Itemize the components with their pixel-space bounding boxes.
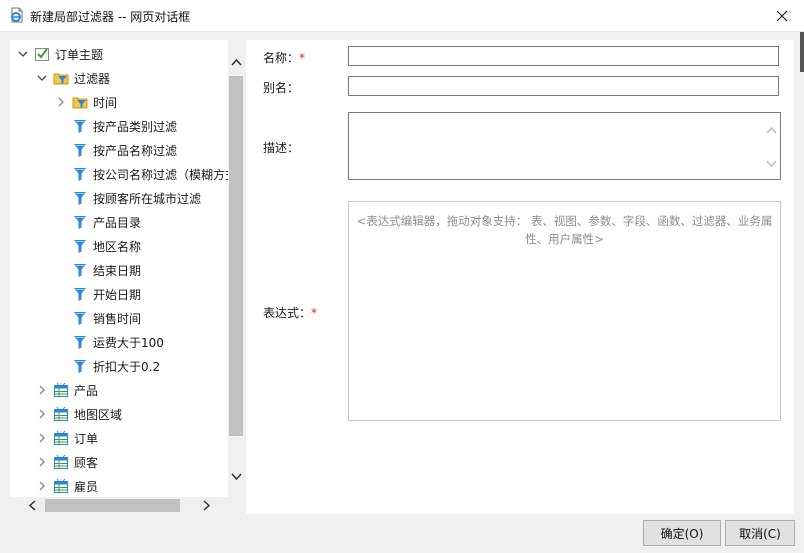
expression-editor[interactable]: <表达式编辑器，拖动对象支持： 表、视图、参数、字段、函数、过滤器、业务属性、用… <box>348 201 781 421</box>
filter-icon <box>72 334 88 350</box>
subject-checked-icon <box>34 46 50 62</box>
scroll-down-arrow-icon[interactable] <box>766 160 777 167</box>
description-textarea[interactable] <box>348 112 781 180</box>
tree-node-filter-product-name[interactable]: 按产品名称过滤 <box>72 139 177 161</box>
tree-node-label: 销售时间 <box>93 311 142 326</box>
tree-node-filter-discount[interactable]: 折扣大于0.2 <box>72 355 160 377</box>
tree-node-filter-region[interactable]: 地区名称 <box>72 235 141 257</box>
description-label: 描述： <box>263 141 300 155</box>
tree-horizontal-scrollbar[interactable] <box>10 497 228 514</box>
tree-node-label: 按产品名称过滤 <box>93 143 178 158</box>
tree-node-label: 地图区域 <box>74 407 123 422</box>
collapsed-chevron-icon[interactable] <box>34 382 50 398</box>
tree-node-order-subject[interactable]: 订单主题 <box>15 43 103 65</box>
tree-node-label: 订单主题 <box>55 47 104 62</box>
tree-node-orders[interactable]: 订单 <box>34 427 98 449</box>
tree-node-filter-company[interactable]: 按公司名称过滤（模糊方式 <box>72 163 237 185</box>
scroll-left-arrow-icon[interactable] <box>24 497 40 514</box>
tree-node-label: 产品 <box>74 383 99 398</box>
expression-placeholder: <表达式编辑器，拖动对象支持： 表、视图、参数、字段、函数、过滤器、业务属性、用… <box>356 214 773 246</box>
tree-node-customers[interactable]: 顾客 <box>34 451 98 473</box>
collapsed-chevron-icon[interactable] <box>34 430 50 446</box>
tree-node-label: 产品目录 <box>93 215 142 230</box>
required-mark: * <box>311 306 318 320</box>
filter-icon <box>72 286 88 302</box>
scroll-thumb[interactable] <box>45 499 180 512</box>
cancel-button[interactable]: 取消(C) <box>725 520 795 546</box>
tree-node-filter-city[interactable]: 按顾客所在城市过滤 <box>72 187 201 209</box>
textarea-scrollbar[interactable] <box>763 113 780 179</box>
scroll-thumb[interactable] <box>229 76 243 436</box>
tree-vertical-scrollbar[interactable] <box>228 40 244 497</box>
tree-node-label: 按公司名称过滤（模糊方式 <box>93 167 238 182</box>
tree-node-filter-sales-time[interactable]: 销售时间 <box>72 307 141 329</box>
title-bar: 新建局部过滤器 -- 网页对话框 <box>0 0 804 32</box>
filter-icon <box>72 310 88 326</box>
collapsed-chevron-icon[interactable] <box>53 94 69 110</box>
scroll-up-arrow-icon[interactable] <box>228 54 244 70</box>
tree-node-filter-freight[interactable]: 运费大于100 <box>72 331 164 353</box>
ie-document-icon <box>9 7 25 23</box>
expanded-chevron-icon[interactable] <box>15 46 31 62</box>
expanded-chevron-icon[interactable] <box>34 70 50 86</box>
window-edge <box>800 32 804 72</box>
tree-node-filter-catalog[interactable]: 产品目录 <box>72 211 141 233</box>
filter-folder-icon <box>53 70 69 86</box>
close-button[interactable] <box>760 0 804 31</box>
table-icon <box>53 382 69 398</box>
expression-label: 表达式：* <box>263 306 318 320</box>
tree-node-filter-end-date[interactable]: 结束日期 <box>72 259 141 281</box>
tree-node-label: 结束日期 <box>93 263 142 278</box>
filter-icon <box>72 142 88 158</box>
table-icon <box>53 478 69 494</box>
required-mark: * <box>299 51 306 65</box>
close-icon <box>776 10 788 21</box>
tree-node-label: 订单 <box>74 431 99 446</box>
tree-node-filters[interactable]: 过滤器 <box>34 67 110 89</box>
tree-node-products[interactable]: 产品 <box>34 379 98 401</box>
object-tree[interactable]: 订单主题 过滤器 时间 按产品类别过滤 按产品名称过滤 按公司名称过滤（模糊方式… <box>10 40 244 514</box>
filter-icon <box>72 262 88 278</box>
tree-node-filter-category[interactable]: 按产品类别过滤 <box>72 115 177 137</box>
tree-node-label: 按产品类别过滤 <box>93 119 178 134</box>
tree-node-label: 开始日期 <box>93 287 142 302</box>
collapsed-chevron-icon[interactable] <box>34 454 50 470</box>
filter-icon <box>72 190 88 206</box>
tree-node-time[interactable]: 时间 <box>53 91 117 113</box>
window-title: 新建局部过滤器 -- 网页对话框 <box>30 10 191 24</box>
tree-node-filter-start-date[interactable]: 开始日期 <box>72 283 141 305</box>
tree-node-label: 按顾客所在城市过滤 <box>93 191 202 206</box>
scroll-corner <box>228 497 244 514</box>
tree-node-label: 雇员 <box>74 479 99 494</box>
tree-node-employees[interactable]: 雇员 <box>34 475 98 497</box>
name-label: 名称：* <box>263 51 306 65</box>
collapsed-chevron-icon[interactable] <box>34 478 50 494</box>
tree-node-label: 时间 <box>93 95 118 110</box>
tree-node-label: 折扣大于0.2 <box>93 359 161 374</box>
collapsed-chevron-icon[interactable] <box>34 406 50 422</box>
table-icon <box>53 430 69 446</box>
tree-node-label: 过滤器 <box>74 71 111 86</box>
filter-icon <box>72 166 88 182</box>
filter-icon <box>72 238 88 254</box>
scroll-right-arrow-icon[interactable] <box>198 497 214 514</box>
alias-input[interactable] <box>348 76 779 96</box>
filter-icon <box>72 118 88 134</box>
scroll-down-arrow-icon[interactable] <box>228 468 244 484</box>
table-icon <box>53 454 69 470</box>
filter-folder-icon <box>72 94 88 110</box>
filter-form: 名称：* 别名： 描述： 表达式：* <表达式编辑器，拖动对象支持： 表、视图、… <box>246 40 794 514</box>
table-icon <box>53 406 69 422</box>
filter-icon <box>72 358 88 374</box>
tree-node-label: 顾客 <box>74 455 99 470</box>
alias-label: 别名： <box>263 81 300 95</box>
tree-node-label: 运费大于100 <box>93 335 164 350</box>
scroll-up-arrow-icon[interactable] <box>766 127 777 134</box>
tree-node-label: 地区名称 <box>93 239 142 254</box>
name-input[interactable] <box>348 46 779 66</box>
tree-node-map-regions[interactable]: 地图区域 <box>34 403 122 425</box>
filter-icon <box>72 214 88 230</box>
ok-button[interactable]: 确定(O) <box>643 520 721 546</box>
